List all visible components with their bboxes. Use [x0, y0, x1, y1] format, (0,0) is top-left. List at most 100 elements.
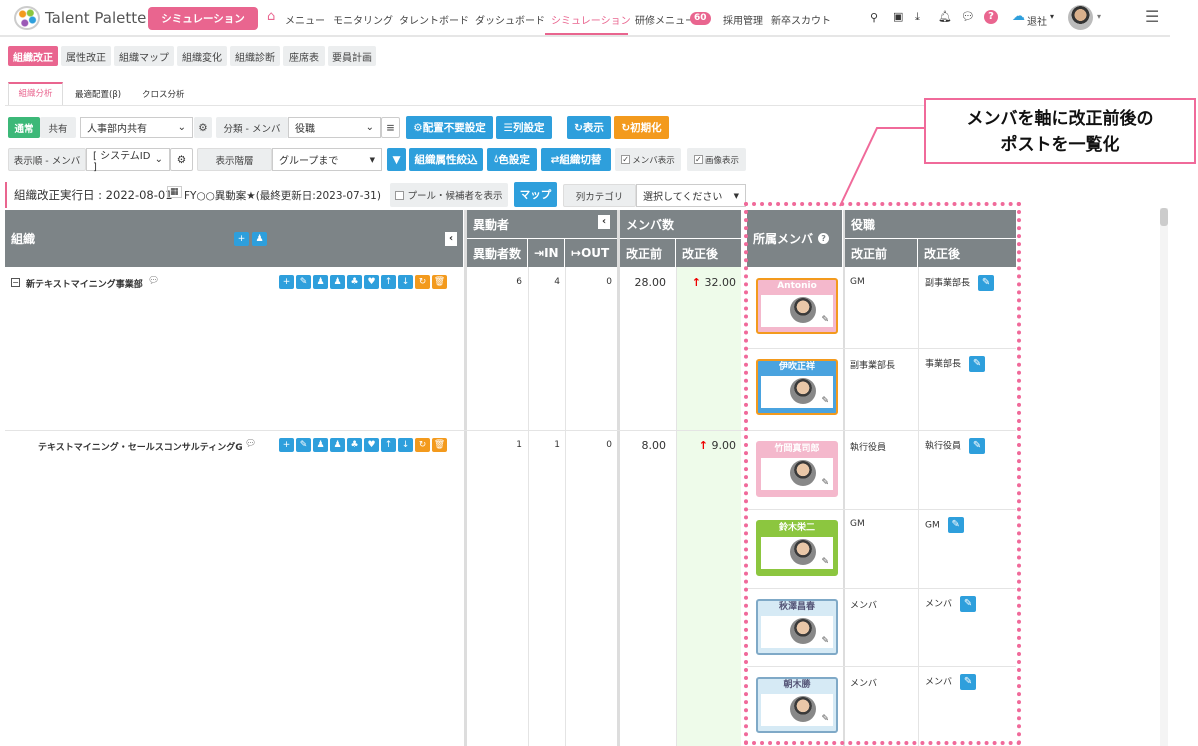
subtab-org-change[interactable]: 組織変化 [177, 46, 227, 66]
sign-out-icon: ↦ [571, 246, 582, 260]
column-settings-button[interactable]: ☰ 列設定 [496, 116, 552, 139]
arrow-down-icon[interactable]: ↓ [398, 438, 413, 452]
comment-icon[interactable]: 💬︎ [245, 439, 256, 449]
map-button[interactable]: マップ [514, 182, 557, 207]
normal-toggle[interactable]: 通常 [8, 117, 40, 138]
list-icon[interactable]: ≡ [381, 117, 400, 138]
user-icon[interactable]: ♟ [313, 275, 328, 289]
edit-icon[interactable]: ✎ [296, 438, 311, 452]
gear-icon[interactable]: ⚙ [194, 117, 212, 138]
plus-icon[interactable]: + [279, 275, 294, 289]
arrow-up-icon[interactable]: ↑ [381, 275, 396, 289]
org-name[interactable]: 新テキストマイニング事業部 [26, 277, 143, 290]
trash-icon[interactable]: 🗑︎ [432, 438, 447, 452]
search-icon[interactable]: ⚲ [870, 11, 878, 24]
show-members-checkbox[interactable]: ✓ メンバ表示 [615, 148, 681, 171]
nav-simulation[interactable]: シミュレーション [551, 12, 631, 27]
arrow-down-icon[interactable]: ↓ [398, 275, 413, 289]
video-icon[interactable]: ▣ [893, 10, 903, 23]
pool-checkbox[interactable]: プール・候補者を表示 [390, 183, 508, 207]
collapse-icon[interactable]: ‹ [445, 232, 457, 246]
movers-count: 6 [516, 277, 522, 287]
in-count: 4 [554, 277, 560, 287]
attr-filter-button[interactable]: 組織属性絞込 [409, 148, 483, 171]
scrollbar-thumb[interactable] [1160, 208, 1168, 226]
calendar-icon[interactable]: ▦ [167, 186, 182, 198]
add-user-icon[interactable]: ♟ [252, 232, 267, 246]
help-icon[interactable]: ? [984, 10, 998, 24]
subtab-org-revise[interactable]: 組織改正 [8, 46, 58, 66]
checkbox-icon [395, 190, 405, 200]
chat-icon[interactable]: 💬︎ [961, 10, 975, 23]
simulation-button[interactable]: シミュレーション [148, 7, 258, 30]
reset-button[interactable]: ↻ 初期化 [614, 116, 669, 139]
subtab-attr-revise[interactable]: 属性改正 [61, 46, 111, 66]
top-nav: Talent Palette シミュレーション ⌂ メニュー モニタリング タレ… [0, 0, 1170, 37]
user-icon[interactable]: ♟ [313, 438, 328, 452]
refresh-icon[interactable]: ↻ [415, 275, 430, 289]
heart-icon[interactable]: ♥ [364, 438, 379, 452]
subtab-bar: 組織改正 属性改正 組織マップ 組織変化 組織診断 座席表 要員計画 [8, 46, 376, 66]
collapse-toggle-icon[interactable]: − [11, 278, 20, 287]
heart-icon[interactable]: ♥ [364, 275, 379, 289]
nav-menu[interactable]: メニュー [285, 12, 325, 27]
show-button[interactable]: ↻ 表示 [567, 116, 611, 139]
collapse-icon[interactable]: ‹ [598, 215, 610, 229]
scrollbar[interactable] [1160, 208, 1168, 746]
level-select[interactable]: グループまで ▼ [272, 148, 382, 171]
category-select[interactable]: 役職 ⌄ [288, 117, 381, 138]
subtab-org-map[interactable]: 組織マップ [114, 46, 174, 66]
members-after-value: 9.00 [711, 439, 737, 452]
nav-dashboard[interactable]: ダッシュボード [475, 12, 545, 27]
download-icon[interactable]: ⤓ [915, 10, 920, 24]
org-name[interactable]: テキストマイニング・セールスコンサルティングG [38, 440, 243, 453]
bell-icon[interactable]: 🔔︎ [938, 10, 952, 23]
show-label: 表示 [582, 122, 604, 134]
callout-line2: ポストを一覧化 [1000, 135, 1120, 155]
no-placement-label: 配置不要設定 [422, 122, 486, 134]
gear-icon[interactable]: ⚙ [170, 148, 193, 171]
user-add-icon[interactable]: ♟ [330, 275, 345, 289]
nav-monitoring[interactable]: モニタリング [333, 12, 393, 27]
avatar[interactable] [1068, 5, 1093, 30]
group-icon[interactable]: ♣ [347, 275, 362, 289]
hamburger-icon[interactable]: ☰ [1145, 7, 1159, 26]
group-icon[interactable]: ♣ [347, 438, 362, 452]
subtab-org-diagnosis[interactable]: 組織診断 [230, 46, 280, 66]
user-add-icon[interactable]: ♟ [330, 438, 345, 452]
filter-icon[interactable]: ▼ [387, 148, 406, 171]
nav-recruit[interactable]: 採用管理 [723, 12, 763, 27]
out-count: 0 [606, 440, 612, 450]
leave-status[interactable]: 退社 [1027, 13, 1047, 28]
tab-cross-analysis[interactable]: クロス分析 [142, 88, 185, 100]
subtab-staff-plan[interactable]: 要員計画 [328, 46, 376, 66]
tab-optimal-placement[interactable]: 最適配置(β) [75, 88, 121, 100]
plus-icon[interactable]: + [279, 438, 294, 452]
column-category-value: 選択してください [643, 192, 723, 203]
nav-training[interactable]: 研修メニュー [635, 12, 695, 27]
order-select[interactable]: [ システムID ] ⌄ [86, 148, 170, 173]
color-settings-button[interactable]: 💧︎ 色設定 [487, 148, 537, 171]
members-before: 28.00 [634, 276, 667, 289]
nav-scout[interactable]: 新卒スカウト [771, 12, 831, 27]
color-settings-label: 色設定 [498, 154, 530, 166]
out-count: 0 [606, 277, 612, 287]
add-icon[interactable]: + [234, 232, 249, 246]
share-select[interactable]: 人事部内共有 ⌄ [80, 117, 193, 138]
nav-talentboard[interactable]: タレントボード [399, 12, 469, 27]
arrow-up-icon[interactable]: ↑ [381, 438, 396, 452]
subtab-seating[interactable]: 座席表 [283, 46, 325, 66]
refresh-icon[interactable]: ↻ [415, 438, 430, 452]
org-actions: + ✎ ♟ ♟ ♣ ♥ ↑ ↓ ↻ 🗑︎ [279, 438, 449, 452]
no-placement-button[interactable]: ⚙ 配置不要設定 [406, 116, 493, 139]
movers-count-header: 異動者数 [467, 239, 527, 267]
tab-org-analysis[interactable]: 組織分析 [8, 82, 63, 106]
comment-icon[interactable]: 💬︎ [148, 276, 159, 286]
trash-icon[interactable]: 🗑︎ [432, 275, 447, 289]
org-switch-button[interactable]: ⇄ 組織切替 [541, 148, 611, 171]
logo-text[interactable]: Talent Palette [45, 9, 146, 27]
show-images-checkbox[interactable]: ✓ 画像表示 [687, 148, 746, 171]
column-category-select[interactable]: 選択してください ▼ [636, 184, 746, 207]
shared-toggle[interactable]: 共有 [40, 117, 76, 138]
edit-icon[interactable]: ✎ [296, 275, 311, 289]
